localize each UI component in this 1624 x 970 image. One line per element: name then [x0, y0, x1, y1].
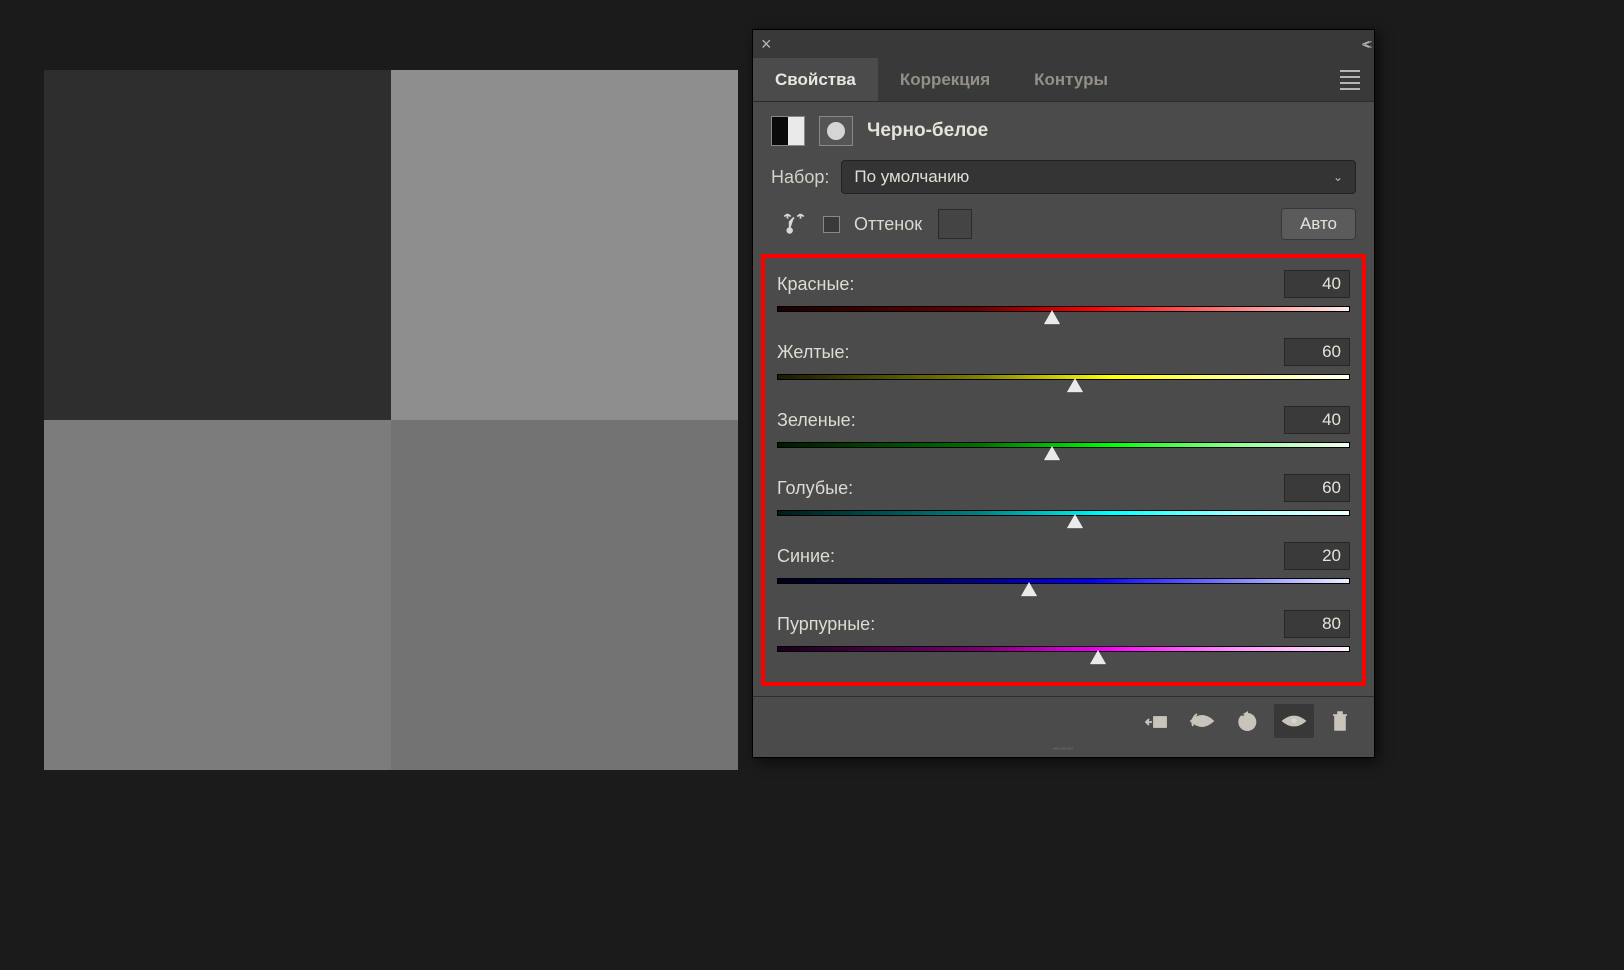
tab-adjustments[interactable]: Коррекция — [878, 58, 1012, 101]
slider-value-input[interactable] — [1284, 542, 1350, 570]
slider-label: Желтые: — [777, 342, 850, 363]
color-slider-row: Красные: — [777, 270, 1350, 326]
tint-row: Оттенок Авто — [753, 208, 1374, 250]
slider-track[interactable] — [777, 306, 1350, 326]
adjustment-title: Черно-белое — [867, 120, 988, 142]
slider-thumb[interactable] — [1090, 650, 1106, 664]
slider-thumb[interactable] — [1044, 310, 1060, 324]
canvas-quadrant-1 — [44, 70, 391, 420]
collapse-icon[interactable]: << — [1362, 36, 1366, 52]
slider-thumb[interactable] — [1067, 378, 1083, 392]
slider-label: Голубые: — [777, 478, 853, 499]
slider-thumb[interactable] — [1021, 582, 1037, 596]
tint-label: Оттенок — [854, 214, 922, 235]
panel-menu-icon[interactable] — [1340, 70, 1360, 90]
targeted-adjustment-tool-icon[interactable] — [779, 209, 809, 239]
panel-tabs: Свойства Коррекция Контуры — [753, 58, 1374, 102]
slider-value-input[interactable] — [1284, 610, 1350, 638]
panel-titlebar: × << — [753, 30, 1374, 58]
slider-label: Пурпурные: — [777, 614, 875, 635]
color-slider-row: Голубые: — [777, 474, 1350, 530]
color-slider-row: Синие: — [777, 542, 1350, 598]
slider-label: Зеленые: — [777, 410, 856, 431]
slider-thumb[interactable] — [1044, 446, 1060, 460]
color-slider-row: Зеленые: — [777, 406, 1350, 462]
auto-button[interactable]: Авто — [1281, 208, 1356, 240]
reset-icon[interactable] — [1228, 704, 1268, 738]
tab-paths[interactable]: Контуры — [1012, 58, 1130, 101]
slider-value-input[interactable] — [1284, 270, 1350, 298]
canvas-preview — [44, 70, 738, 770]
slider-label: Синие: — [777, 546, 835, 567]
trash-icon[interactable] — [1320, 704, 1360, 738]
canvas-quadrant-3 — [44, 420, 391, 770]
toggle-visibility-icon[interactable] — [1274, 704, 1314, 738]
color-slider-row: Желтые: — [777, 338, 1350, 394]
slider-track[interactable] — [777, 510, 1350, 530]
close-icon[interactable]: × — [761, 35, 772, 53]
color-sliders-region: Красные: Желтые: Зеленые: Голубые: — [761, 254, 1366, 686]
slider-value-input[interactable] — [1284, 338, 1350, 366]
slider-value-input[interactable] — [1284, 474, 1350, 502]
panel-footer — [753, 696, 1374, 744]
slider-track[interactable] — [777, 646, 1350, 666]
slider-track[interactable] — [777, 578, 1350, 598]
preset-value: По умолчанию — [854, 167, 969, 187]
layer-mask-icon[interactable] — [819, 116, 853, 146]
canvas-quadrant-4 — [391, 420, 738, 770]
adjustment-header: Черно-белое — [753, 102, 1374, 160]
properties-panel: × << Свойства Коррекция Контуры Черно-бе… — [752, 29, 1375, 758]
chevron-down-icon: ⌄ — [1333, 170, 1343, 184]
preset-select[interactable]: По умолчанию ⌄ — [841, 160, 1356, 194]
black-white-adjustment-icon[interactable] — [771, 116, 805, 146]
view-previous-state-icon[interactable] — [1182, 704, 1222, 738]
panel-resize-grip[interactable]: ┉┉┉ — [753, 744, 1374, 757]
slider-label: Красные: — [777, 274, 854, 295]
tint-color-swatch[interactable] — [938, 209, 972, 239]
tint-checkbox[interactable] — [823, 216, 840, 233]
preset-row: Набор: По умолчанию ⌄ — [753, 160, 1374, 208]
slider-thumb[interactable] — [1067, 514, 1083, 528]
canvas-quadrant-2 — [391, 70, 738, 420]
clip-to-layer-icon[interactable] — [1136, 704, 1176, 738]
slider-value-input[interactable] — [1284, 406, 1350, 434]
slider-track[interactable] — [777, 442, 1350, 462]
preset-label: Набор: — [771, 167, 829, 188]
tab-properties[interactable]: Свойства — [753, 58, 878, 101]
color-slider-row: Пурпурные: — [777, 610, 1350, 666]
slider-track[interactable] — [777, 374, 1350, 394]
